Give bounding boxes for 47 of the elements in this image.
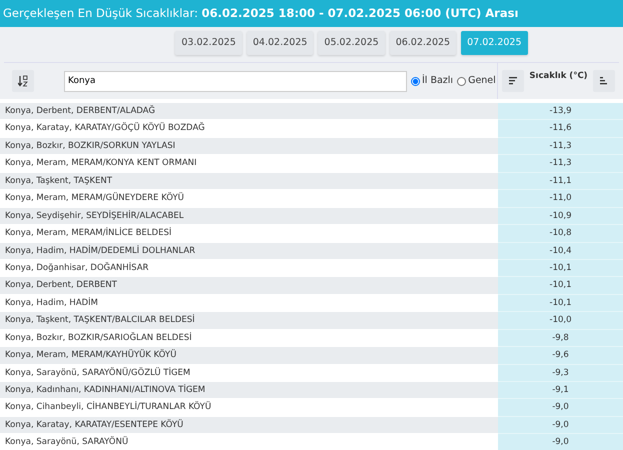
temperature-cell: -11,0: [498, 190, 623, 208]
radio-button[interactable]: [411, 76, 420, 86]
station-cell: Konya, Taşkent, TAŞKENT: [0, 172, 498, 190]
station-cell: Konya, Derbent, DERBENT: [0, 277, 498, 295]
station-cell: Konya, Meram, MERAM/KAYHÜYÜK KÖYÜ: [0, 347, 498, 365]
temperature-cell: -13,9: [498, 103, 623, 120]
sort-icon: [18, 75, 28, 87]
temperature-cell: -9,1: [498, 382, 623, 400]
temperature-cell: -11,6: [498, 120, 623, 138]
sort-button[interactable]: [12, 70, 34, 92]
temperature-cell: -9,0: [498, 399, 623, 417]
column-heading: Sıcaklık (°C): [529, 70, 588, 83]
radio-label: Genel: [468, 74, 496, 88]
temperature-cell: -10,9: [498, 208, 623, 226]
temperature-cell: -10,8: [498, 225, 623, 242]
station-cell: Konya, Kadınhanı, KADINHANI/ALTINOVA TİGEM: [0, 382, 498, 400]
temperature-cell: -9,6: [498, 347, 623, 365]
page-title: Gerçekleşen En Düşük Sıcaklıklar: 06.02.2025 18:00 - 07.02.2025 06:00 (UTC) Arası: [0, 0, 623, 27]
station-cell: Konya, Taşkent, TAŞKENT/BALCILAR BELDESİ: [0, 312, 498, 330]
radio-label: İl Bazlı: [422, 74, 454, 88]
temperature-cell: -11,1: [498, 172, 623, 190]
temperature-cell: -9,0: [498, 416, 623, 434]
temperature-cell: -10,4: [498, 242, 623, 260]
temperature-cell: -10,1: [498, 277, 623, 295]
radio-button[interactable]: [457, 76, 466, 86]
temperature-cell: -9,8: [498, 330, 623, 348]
station-cell: Konya, Hadim, HADİM/DEDEMLİ DOLHANLAR: [0, 242, 498, 260]
date-tab[interactable]: 03.02.2025: [175, 31, 242, 55]
temperature-cell: -10,1: [498, 294, 623, 312]
temperature-cell: -11,3: [498, 138, 623, 156]
sort-icon: [600, 77, 608, 85]
temperature-cell: -10,1: [498, 260, 623, 278]
sort-icon: [509, 77, 517, 85]
temperature-cell: -9,3: [498, 364, 623, 382]
temperature-cell: -11,3: [498, 155, 623, 173]
date-tab[interactable]: 06.02.2025: [390, 31, 456, 55]
temperature-cell: -10,0: [498, 312, 623, 330]
temperature-cell: -9,0: [498, 434, 623, 450]
sort-descending-button[interactable]: [502, 70, 524, 92]
station-cell: Konya, Derbent, DERBENT/ALADAĞ: [0, 103, 498, 120]
station-cell: Konya, Bozkır, BOZKIR/SORKUN YAYLASI: [0, 138, 498, 156]
date-tab[interactable]: 05.02.2025: [318, 31, 385, 55]
station-cell: Konya, Karatay, KARATAY/ESENTEPE KÖYÜ: [0, 416, 498, 434]
search-field[interactable]: Konya: [64, 70, 407, 92]
sort-ascending-button[interactable]: [592, 70, 615, 92]
station-cell: Konya, Seydişehir, SEYDİŞEHİR/ALACABEL: [0, 208, 498, 226]
date-tab[interactable]: 04.02.2025: [246, 31, 314, 55]
